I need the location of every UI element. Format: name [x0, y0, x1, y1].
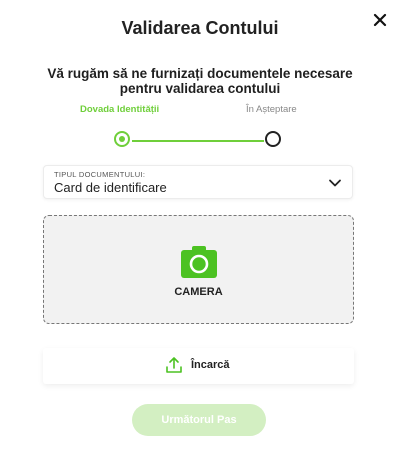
step-label-identity: Dovada Identității: [80, 104, 160, 115]
upload-label: Încarcă: [191, 359, 230, 371]
step-dot-identity: [114, 131, 130, 147]
step-connector: [132, 140, 264, 142]
document-type-label: TIPUL DOCUMENTULUI:: [54, 170, 146, 179]
modal-subtitle: Vă rugăm să ne furnizați documentele nec…: [47, 66, 353, 96]
document-type-value: Card de identificare: [54, 180, 167, 195]
modal-title: Validarea Contului: [121, 18, 279, 38]
progress-stepper: Dovada Identității În Așteptare: [0, 104, 400, 154]
camera-label: CAMERA: [174, 286, 223, 298]
close-button[interactable]: [370, 10, 390, 30]
upload-button[interactable]: Încarcă: [43, 348, 354, 384]
camera-capture-area[interactable]: CAMERA: [43, 215, 354, 324]
camera-icon: [181, 246, 217, 278]
chevron-down-icon: [329, 179, 341, 187]
upload-icon: [166, 357, 182, 373]
close-icon: [373, 13, 387, 27]
step-dot-pending: [265, 131, 281, 147]
step-label-pending: În Așteptare: [246, 104, 297, 115]
document-type-select[interactable]: TIPUL DOCUMENTULUI: Card de identificare: [43, 165, 353, 199]
validation-modal: Validarea Contului Vă rugăm să ne furniz…: [0, 0, 400, 459]
next-step-button[interactable]: Următorul Pas: [132, 404, 266, 436]
